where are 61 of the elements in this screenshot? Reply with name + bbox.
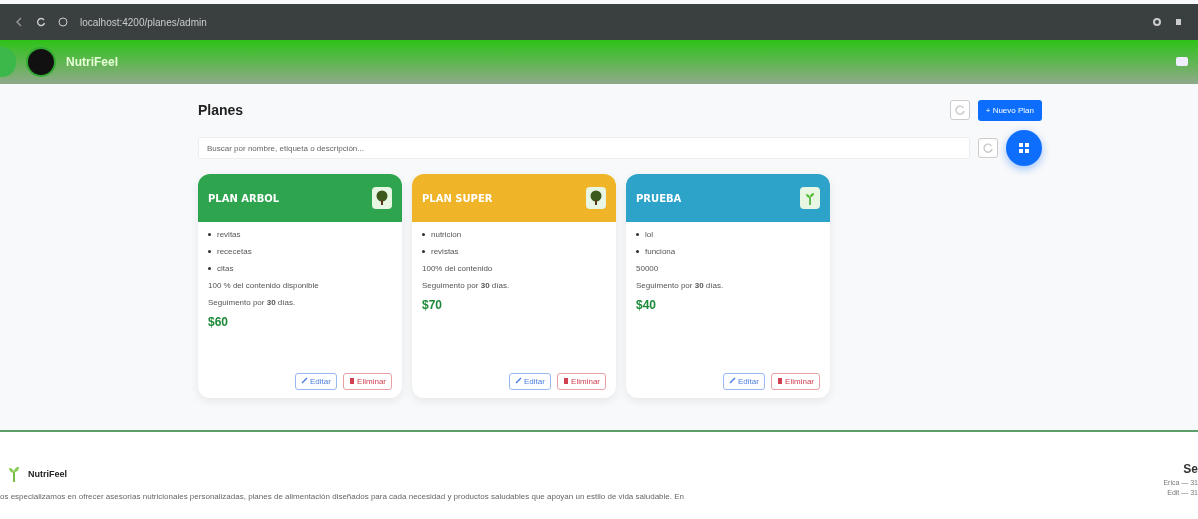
delete-button[interactable]: Eliminar (556, 373, 606, 390)
reload-icon (953, 104, 966, 116)
plan-price: $70 (422, 298, 444, 312)
plan-tracking-text: Seguimento por 30 días. (636, 281, 725, 290)
plan-feature: citas (217, 264, 234, 273)
search-field[interactable]: Buscar por nombre, etiqueta o descripción... (198, 137, 970, 159)
brand-logo-icon (26, 47, 56, 77)
footer-description: os especializamos en ofrecer asesorías nutricionales personalizadas, planes de alimentación diseñados para cada necesidad y productos saludables que apoyan un estilo de vida saludable. En (0, 492, 684, 501)
sprout-icon (800, 187, 820, 209)
settings-icon[interactable] (1152, 17, 1162, 27)
sprout-logo-icon (8, 466, 20, 482)
bullet-icon (422, 233, 425, 236)
info-icon (58, 17, 68, 27)
plan-content-text: 100 % del contenido disponible (208, 281, 320, 290)
new-plan-button[interactable]: + Nuevo Plan (977, 99, 1042, 121)
plan-content-text: 50000 (636, 264, 660, 273)
chat-icon[interactable] (1176, 57, 1188, 67)
trash-icon (348, 377, 355, 384)
pencil-icon (728, 377, 736, 384)
plan-feature: nutricion (431, 230, 462, 239)
bullet-icon (208, 250, 211, 253)
page-title: Planes (198, 102, 245, 118)
plan-title: PLAN ARBOL (208, 192, 280, 204)
reload-icon[interactable] (36, 17, 46, 27)
reload-icon (982, 142, 994, 154)
bullet-icon (636, 233, 639, 236)
plan-title: PLAN SUPER (422, 192, 493, 204)
bullet-icon (636, 250, 639, 253)
plan-price: $40 (636, 298, 658, 312)
edit-button[interactable]: Editar (294, 373, 337, 390)
trash-icon (562, 377, 569, 384)
grid-view-button[interactable] (1006, 130, 1042, 166)
footer-heading: Se (1182, 462, 1198, 476)
plan-feature: revitas (217, 230, 241, 239)
trash-icon (776, 377, 783, 384)
plan-tracking-text: Seguimento por 30 días. (208, 298, 297, 307)
delete-button[interactable]: Eliminar (342, 373, 392, 390)
plan-title: PRUEBA (636, 192, 682, 204)
bullet-icon (208, 267, 211, 270)
plan-content-text: 100% del contenido (422, 264, 494, 273)
tree-icon (586, 187, 606, 209)
plan-price: $60 (208, 315, 230, 329)
plan-feature: funciona (645, 247, 676, 256)
pencil-icon (514, 377, 522, 384)
bullet-icon (208, 233, 211, 236)
tree-icon (372, 187, 392, 209)
plan-feature: lol (645, 230, 653, 239)
extension-icon[interactable] (1174, 17, 1184, 27)
grid-icon (1019, 143, 1029, 153)
pencil-icon (300, 377, 308, 384)
menu-toggle-button[interactable] (0, 47, 16, 77)
address-bar-url[interactable]: localhost:4200/planes/admin (80, 16, 207, 28)
edit-button[interactable]: Editar (722, 373, 765, 390)
brand-name: NutriFeel (66, 55, 118, 69)
plan-tracking-text: Seguimento por 30 días. (422, 281, 511, 290)
delete-button[interactable]: Eliminar (770, 373, 820, 390)
plan-feature: revistas (431, 247, 459, 256)
edit-button[interactable]: Editar (508, 373, 551, 390)
footer-brand: NutriFeel (28, 469, 67, 479)
bullet-icon (422, 250, 425, 253)
plan-feature: rececetas (217, 247, 252, 256)
